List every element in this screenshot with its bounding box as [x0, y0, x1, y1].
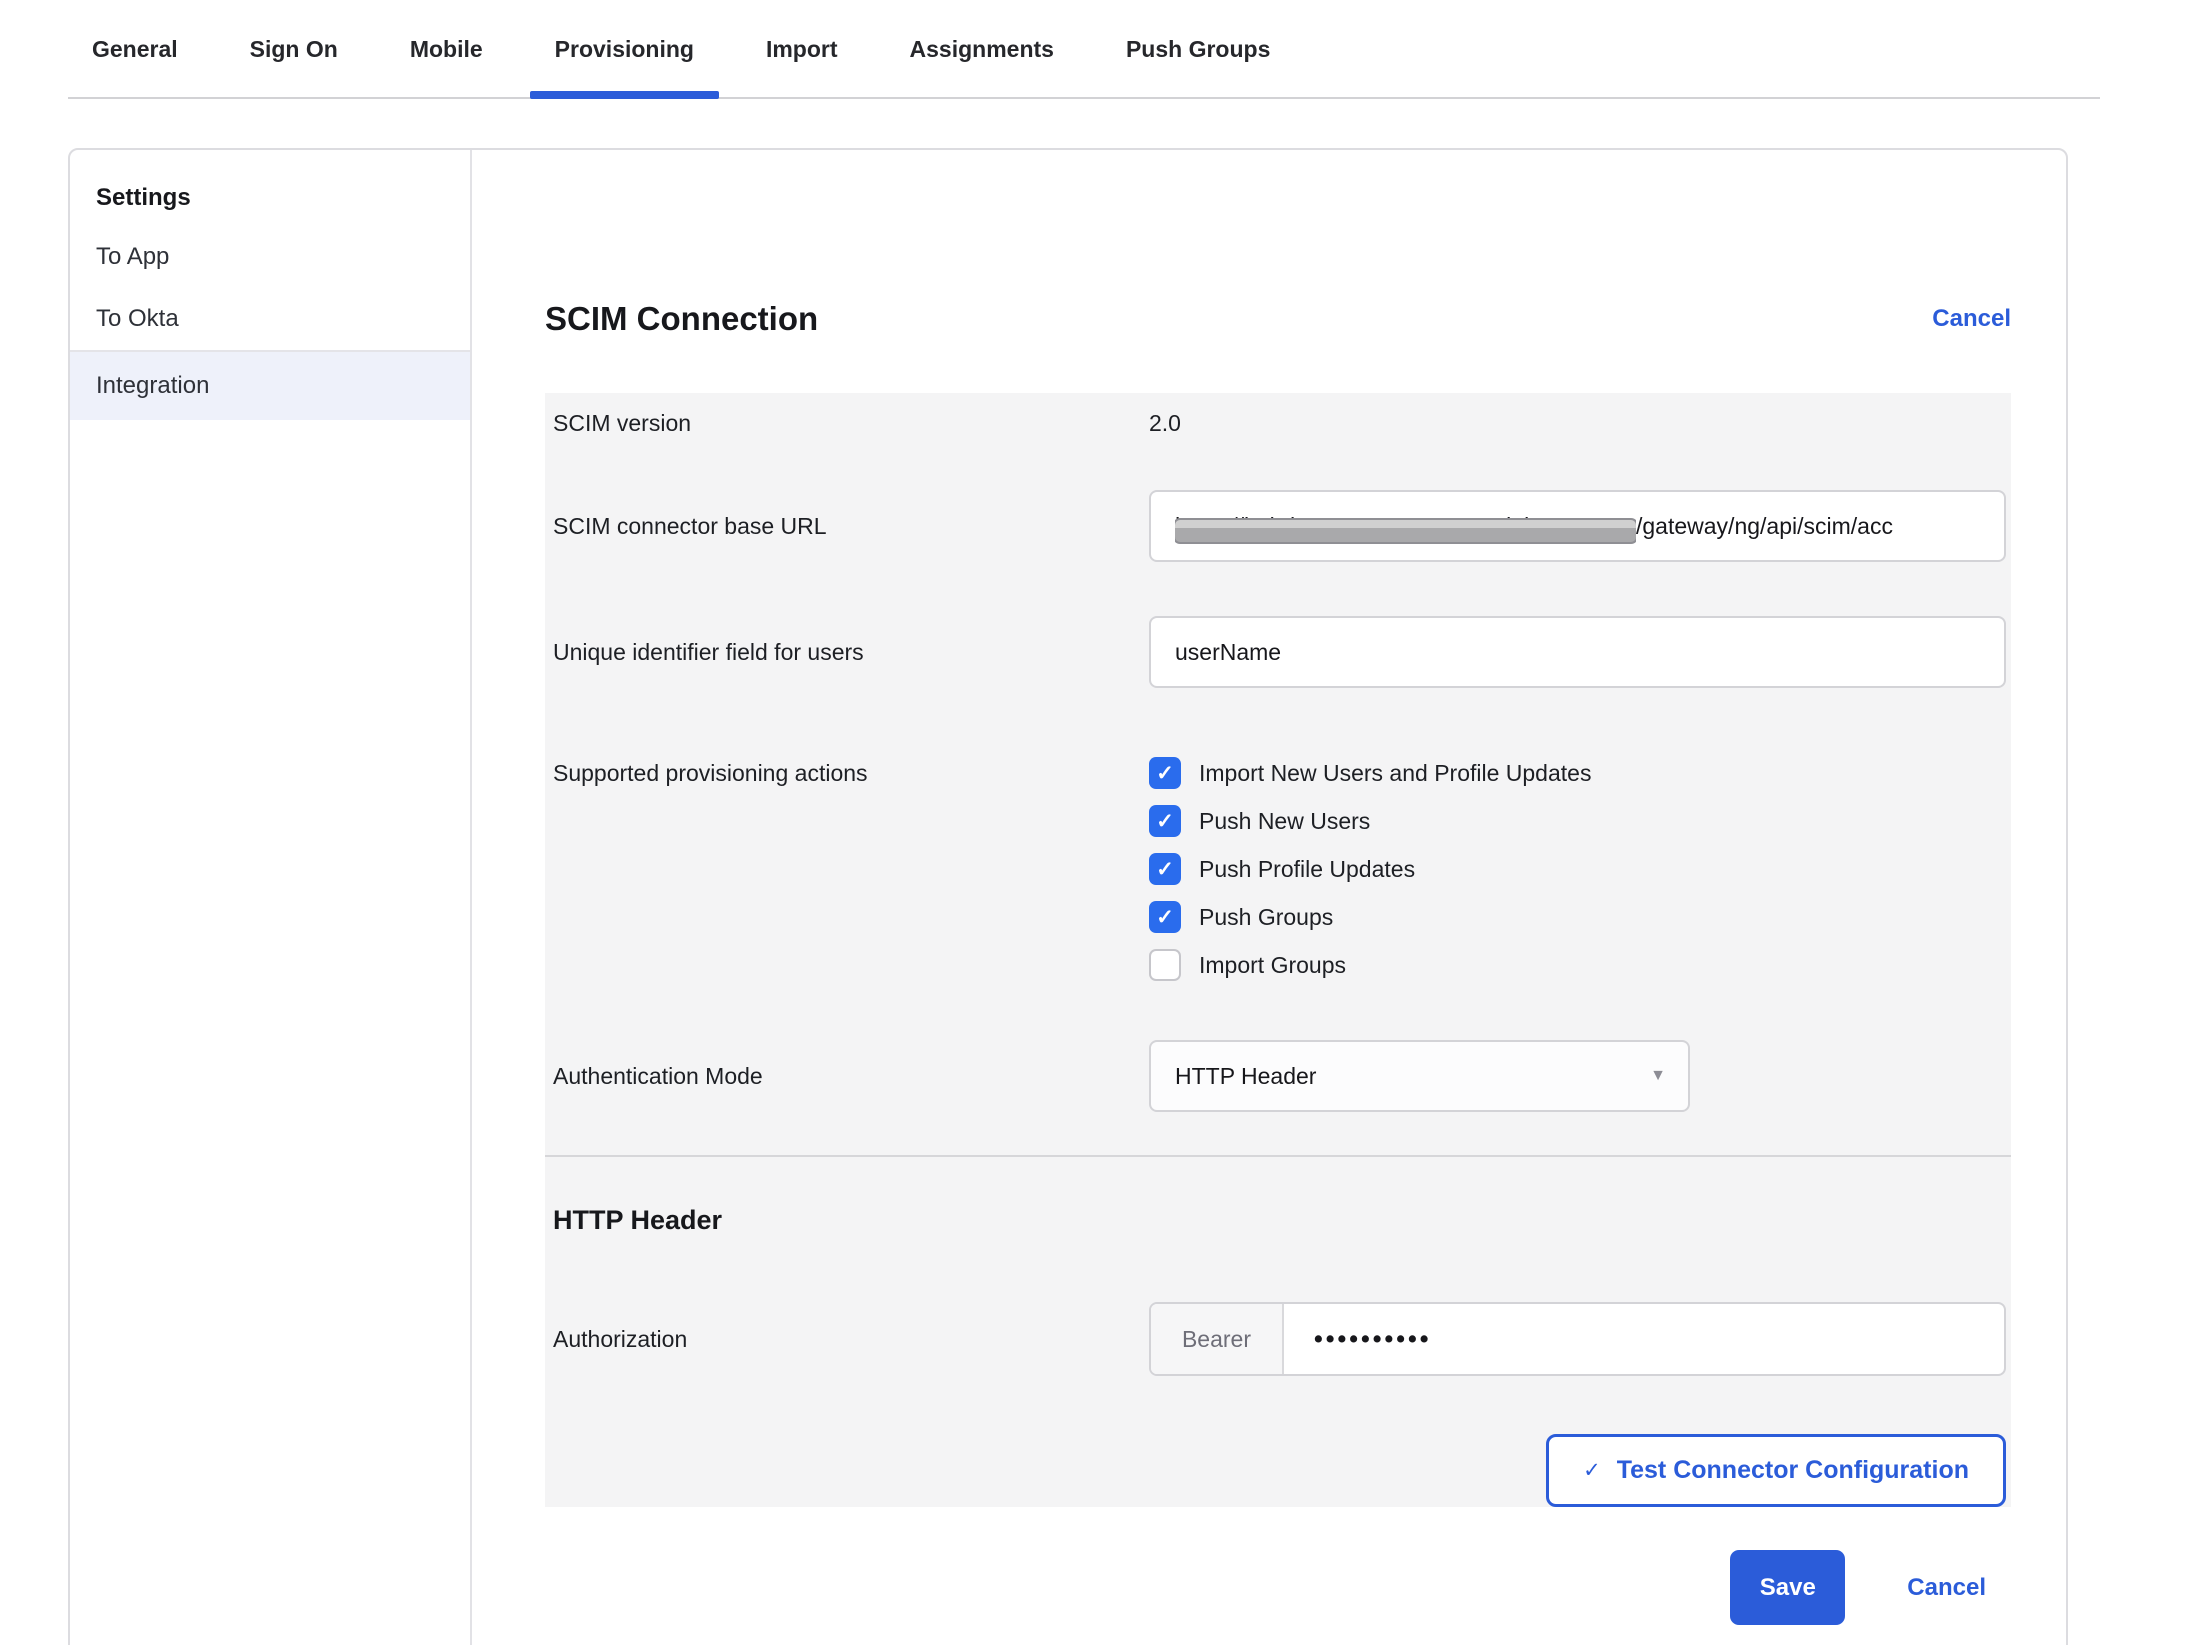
option-label: Push Profile Updates [1199, 856, 1415, 883]
base-url-input[interactable]: https://b5bd-195-19-67-148.ngrok.io /gat… [1149, 490, 2006, 562]
option-label: Import Groups [1199, 952, 1346, 979]
tab-import[interactable]: Import [766, 34, 838, 97]
tab-provisioning[interactable]: Provisioning [555, 34, 694, 97]
authorization-row: Authorization Bearer •••••••••• [553, 1302, 2006, 1376]
checkbox-checked-icon[interactable]: ✓ [1149, 901, 1181, 933]
option-label: Push New Users [1199, 808, 1370, 835]
provisioning-actions-row: Supported provisioning actions ✓ Import … [553, 749, 2006, 989]
auth-mode-selected-value: HTTP Header [1175, 1063, 1316, 1090]
sidebar-item-to-okta[interactable]: To Okta [70, 288, 470, 350]
tab-push-groups[interactable]: Push Groups [1126, 34, 1270, 97]
checkbox-checked-icon[interactable]: ✓ [1149, 805, 1181, 837]
token-password-input[interactable]: •••••••••• [1284, 1304, 2004, 1374]
tab-sign-on[interactable]: Sign On [250, 34, 338, 97]
option-push-profile-updates[interactable]: ✓ Push Profile Updates [1149, 845, 2006, 893]
save-button[interactable]: Save [1730, 1550, 1845, 1625]
main-content: SCIM Connection Cancel SCIM version 2.0 … [472, 150, 2066, 1645]
tab-mobile[interactable]: Mobile [410, 34, 483, 97]
http-header-heading: HTTP Header [545, 1203, 2011, 1237]
auth-mode-row: Authentication Mode HTTP Header ▼ [553, 1040, 2006, 1112]
unique-id-value: userName [1175, 639, 1281, 666]
unique-id-row: Unique identifier field for users userNa… [553, 616, 2006, 688]
option-import-groups[interactable]: Import Groups [1149, 941, 2006, 989]
option-push-groups[interactable]: ✓ Push Groups [1149, 893, 2006, 941]
tab-assignments[interactable]: Assignments [910, 34, 1054, 97]
unique-id-input[interactable]: userName [1149, 616, 2006, 688]
base-url-label: SCIM connector base URL [553, 510, 1149, 542]
test-connector-row: ✓ Test Connector Configuration [545, 1434, 2011, 1507]
form-action-row: Save Cancel [545, 1550, 2011, 1625]
base-url-row: SCIM connector base URL https://b5bd-195… [553, 490, 2006, 562]
checkbox-checked-icon[interactable]: ✓ [1149, 853, 1181, 885]
sidebar-item-to-app[interactable]: To App [70, 226, 470, 288]
settings-sidebar: Settings To App To Okta Integration [70, 150, 472, 1645]
unique-id-label: Unique identifier field for users [553, 636, 1149, 668]
header-cancel-link[interactable]: Cancel [1932, 305, 2011, 333]
cancel-button[interactable]: Cancel [1907, 1574, 1986, 1602]
bearer-prefix: Bearer [1151, 1304, 1284, 1374]
provisioning-panel: Settings To App To Okta Integration SCIM… [68, 148, 2068, 1645]
test-connector-label: Test Connector Configuration [1617, 1456, 1969, 1485]
base-url-visible-text: /gateway/ng/api/scim/acc [1636, 513, 1893, 540]
auth-mode-label: Authentication Mode [553, 1060, 1149, 1092]
authorization-input-group: Bearer •••••••••• [1149, 1302, 2006, 1376]
provisioning-actions-label: Supported provisioning actions [553, 749, 1149, 797]
scim-connection-form: SCIM version 2.0 SCIM connector base URL… [545, 393, 2011, 1507]
scim-version-label: SCIM version [553, 407, 1149, 439]
base-url-redacted-segment: https://b5bd-195-19-67-148.ngrok.io [1175, 503, 1636, 549]
app-tabbar: General Sign On Mobile Provisioning Impo… [68, 0, 2100, 99]
page-header: SCIM Connection Cancel [545, 300, 2011, 338]
redaction-bar [1175, 518, 1636, 544]
option-label: Import New Users and Profile Updates [1199, 760, 1591, 787]
option-label: Push Groups [1199, 904, 1333, 931]
scim-version-value: 2.0 [1149, 410, 2006, 437]
test-connector-button[interactable]: ✓ Test Connector Configuration [1546, 1434, 2006, 1507]
tab-provisioning-label: Provisioning [555, 36, 694, 62]
sidebar-heading: Settings [70, 172, 470, 226]
option-import-new-users[interactable]: ✓ Import New Users and Profile Updates [1149, 749, 2006, 797]
tab-general[interactable]: General [92, 34, 178, 97]
section-divider [545, 1155, 2011, 1157]
check-icon: ✓ [1583, 1458, 1601, 1483]
checkbox-checked-icon[interactable]: ✓ [1149, 757, 1181, 789]
authorization-label: Authorization [553, 1323, 1149, 1355]
auth-mode-select[interactable]: HTTP Header ▼ [1149, 1040, 1690, 1112]
checkbox-unchecked-icon[interactable] [1149, 949, 1181, 981]
chevron-down-icon: ▼ [1650, 1067, 1666, 1085]
option-push-new-users[interactable]: ✓ Push New Users [1149, 797, 2006, 845]
scim-version-row: SCIM version 2.0 [553, 407, 2006, 439]
active-tab-underline [530, 91, 719, 99]
sidebar-item-integration[interactable]: Integration [70, 350, 470, 420]
page-title: SCIM Connection [545, 300, 818, 338]
